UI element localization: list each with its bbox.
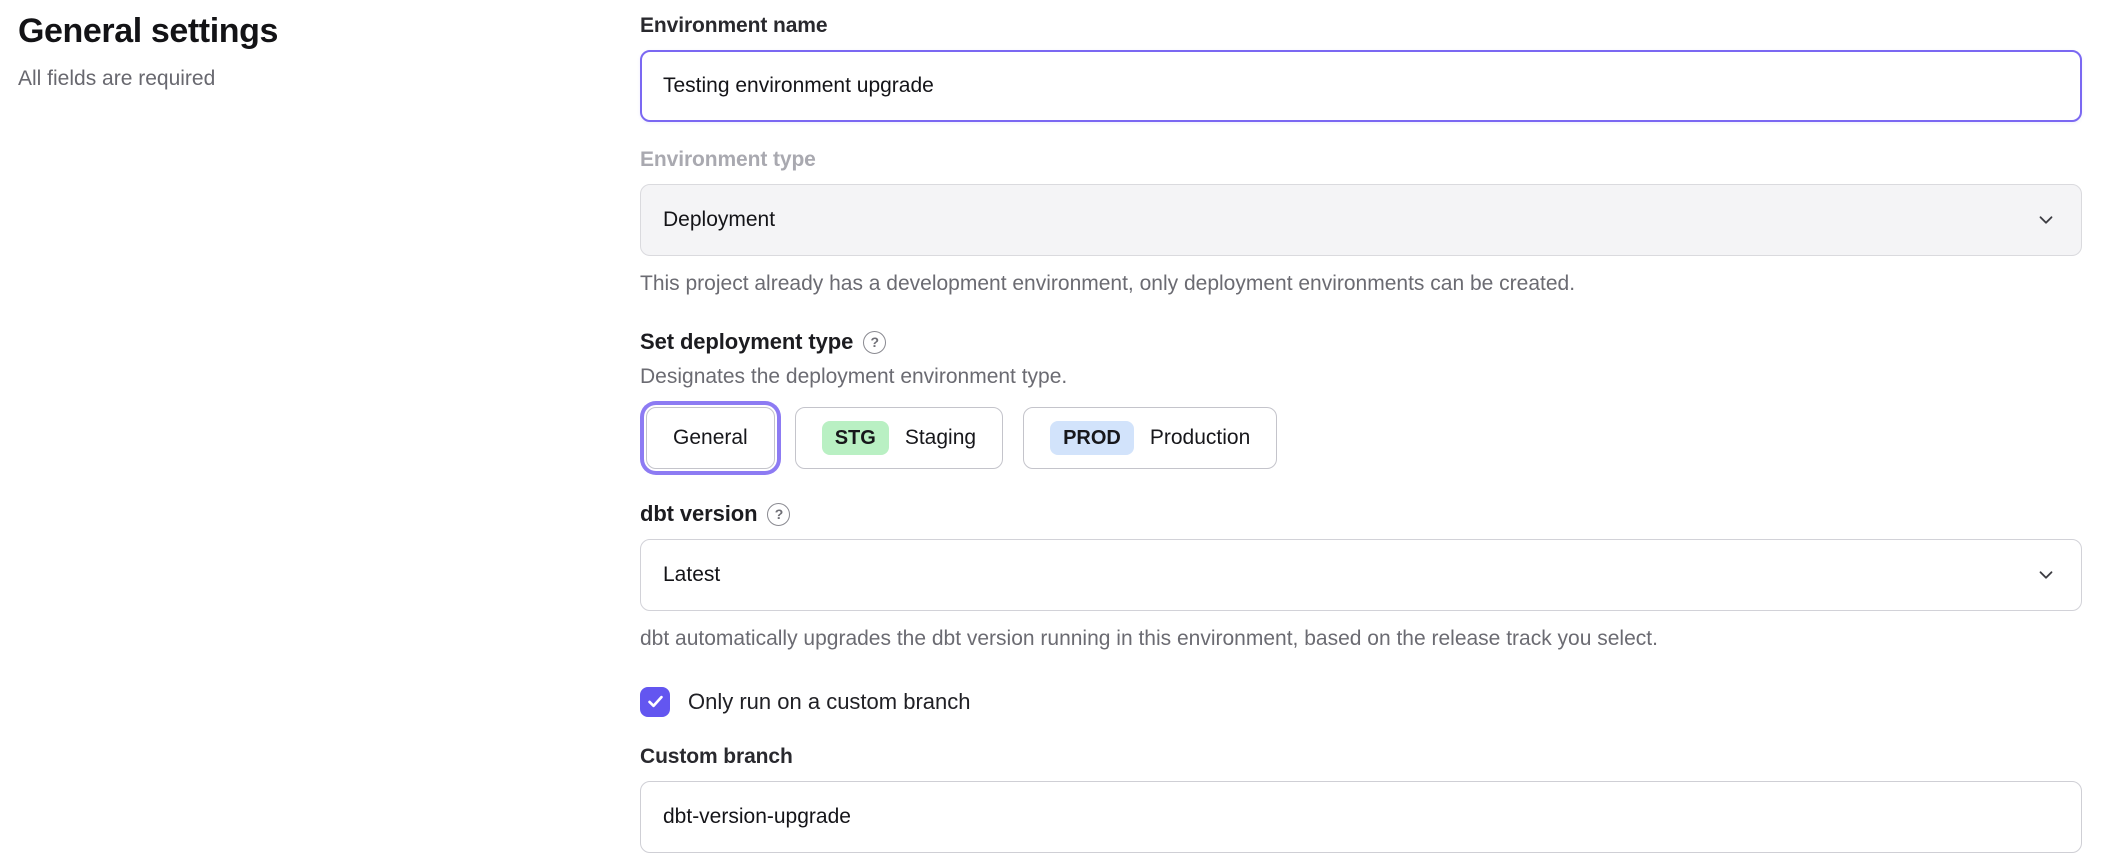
environment-name-field: Environment name (640, 14, 2082, 122)
environment-form: Environment name Environment type Deploy… (640, 0, 2082, 864)
custom-branch-label: Custom branch (640, 745, 2082, 769)
environment-name-label: Environment name (640, 14, 2082, 38)
chevron-down-icon (2035, 564, 2057, 586)
dbt-version-helper: dbt automatically upgrades the dbt versi… (640, 625, 2082, 652)
production-badge: PROD (1050, 421, 1134, 455)
settings-header: General settings All fields are required (0, 0, 640, 864)
environment-type-label: Environment type (640, 148, 2082, 172)
deployment-type-options: General STG Staging PROD Production (640, 407, 2082, 469)
deployment-type-option-staging[interactable]: STG Staging (795, 407, 1003, 469)
deployment-type-option-label: General (673, 426, 748, 450)
environment-name-input[interactable] (640, 50, 2082, 122)
deployment-type-option-general[interactable]: General (646, 407, 775, 469)
dbt-version-heading: dbt version ? (640, 501, 2082, 527)
staging-badge: STG (822, 421, 889, 455)
custom-branch-checkbox-row[interactable]: Only run on a custom branch (640, 687, 2082, 717)
help-icon[interactable]: ? (767, 503, 790, 526)
general-settings-page: General settings All fields are required… (0, 0, 2116, 864)
deployment-type-option-label: Production (1150, 426, 1250, 450)
dbt-version-section: dbt version ? Latest dbt automatically u… (640, 501, 2082, 652)
page-subtitle: All fields are required (18, 65, 640, 92)
environment-type-field: Environment type Deployment This project… (640, 148, 2082, 297)
checkmark-icon (646, 692, 665, 711)
chevron-down-icon (2035, 209, 2057, 231)
deployment-type-heading: Set deployment type ? (640, 329, 2082, 355)
deployment-type-option-production[interactable]: PROD Production (1023, 407, 1277, 469)
environment-type-value: Deployment (663, 208, 775, 232)
help-icon[interactable]: ? (863, 331, 886, 354)
custom-branch-input[interactable] (640, 781, 2082, 853)
custom-branch-checkbox[interactable] (640, 687, 670, 717)
deployment-type-section: Set deployment type ? Designates the dep… (640, 329, 2082, 469)
dbt-version-label: dbt version (640, 501, 757, 527)
environment-type-helper: This project already has a development e… (640, 270, 2082, 297)
deployment-type-label: Set deployment type (640, 329, 853, 355)
dbt-version-select[interactable]: Latest (640, 539, 2082, 611)
dbt-version-value: Latest (663, 563, 720, 587)
custom-branch-field: Custom branch (640, 745, 2082, 853)
custom-branch-checkbox-label: Only run on a custom branch (688, 689, 970, 715)
page-title: General settings (18, 10, 640, 53)
deployment-type-option-label: Staging (905, 426, 976, 450)
environment-type-select: Deployment (640, 184, 2082, 256)
deployment-type-helper: Designates the deployment environment ty… (640, 365, 2082, 389)
